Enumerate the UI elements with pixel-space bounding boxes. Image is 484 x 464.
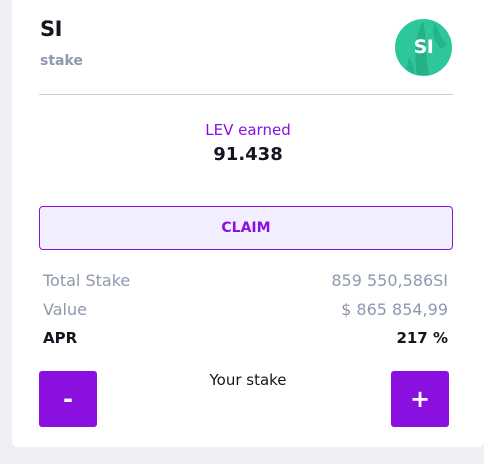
si-token-logo-icon: SI <box>395 19 452 76</box>
total-stake-value: 859 550,586SI <box>331 270 448 290</box>
token-symbol: SI <box>40 17 62 41</box>
earned-label: LEV earned <box>205 121 291 139</box>
increase-stake-button[interactable]: + <box>391 371 449 427</box>
staking-pool-card: SI stake SI LEV earned 91.438 CLAIM Tota… <box>12 0 484 447</box>
total-stake-row: Total Stake 859 550,586SI <box>43 269 448 291</box>
earned-value: 91.438 <box>213 144 283 165</box>
apr-label: APR <box>43 329 78 347</box>
claim-button[interactable]: CLAIM <box>39 206 453 250</box>
logo-text: SI <box>413 36 434 58</box>
value-row: Value $ 865 854,99 <box>43 298 448 320</box>
header-divider <box>39 94 453 95</box>
total-stake-label: Total Stake <box>43 270 131 290</box>
value-amount: $ 865 854,99 <box>341 299 448 319</box>
pool-type-label: stake <box>40 53 83 69</box>
apr-row: APR 217 % <box>43 327 448 349</box>
value-label: Value <box>43 299 87 319</box>
apr-value: 217 % <box>396 329 448 347</box>
